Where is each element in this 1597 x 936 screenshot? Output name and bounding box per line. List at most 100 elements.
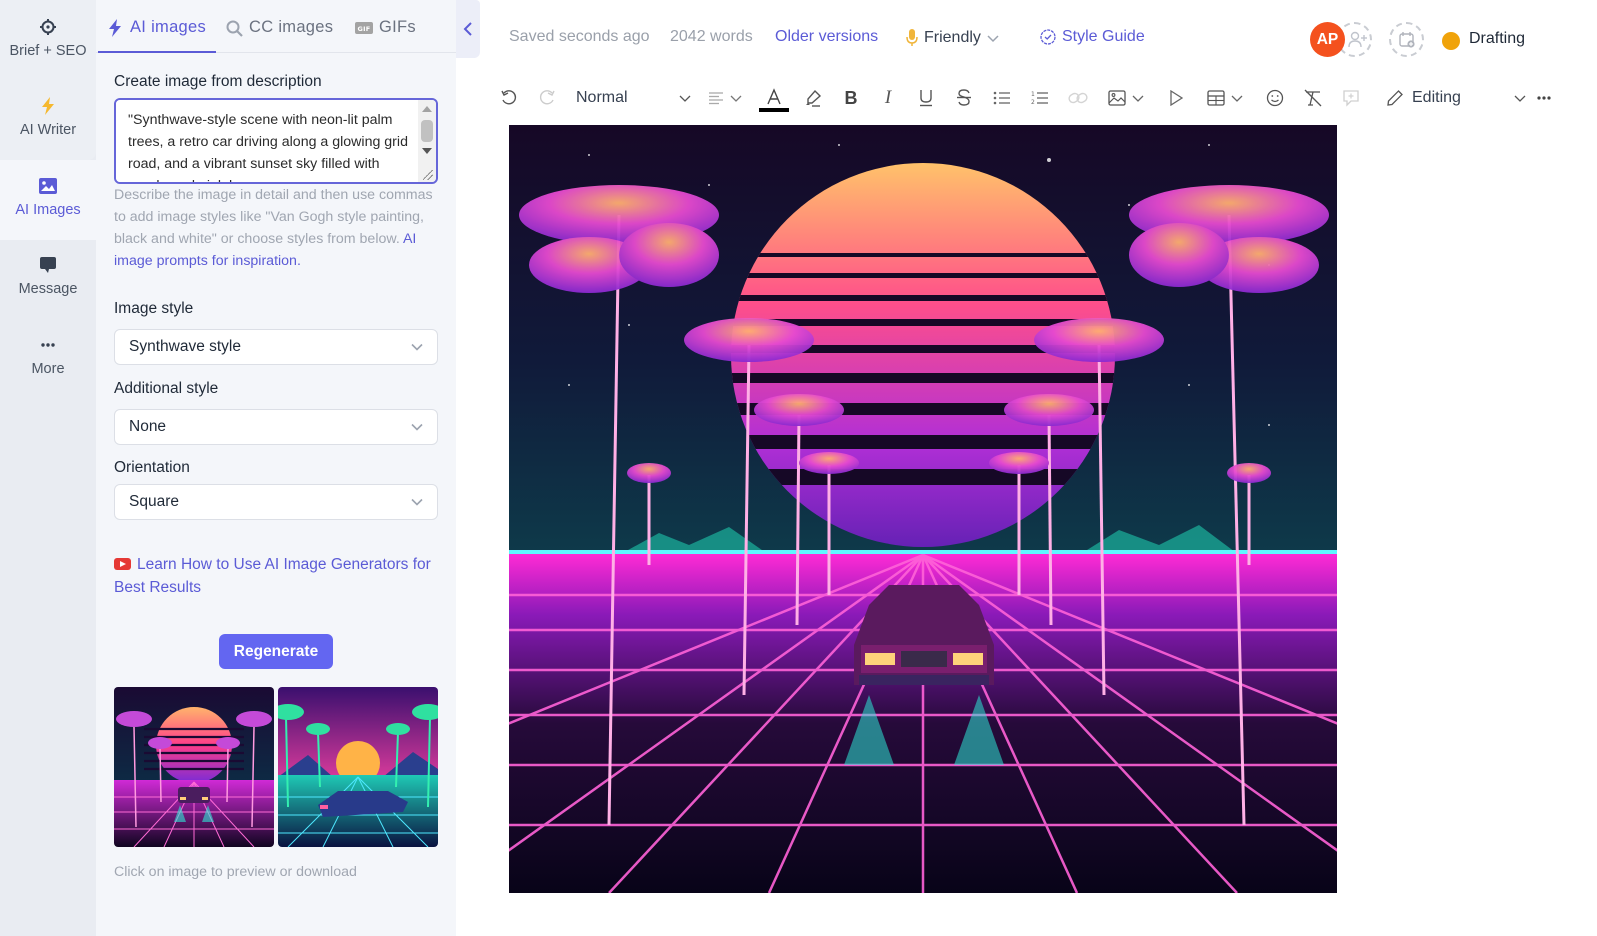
tab-gifs[interactable]: GIF GIFs	[355, 18, 416, 53]
bullet-list-icon	[993, 91, 1010, 105]
underline-button[interactable]	[915, 86, 937, 110]
redo-button[interactable]	[536, 86, 558, 110]
search-icon	[225, 19, 243, 37]
strikethrough-button[interactable]	[953, 86, 975, 110]
align-left-icon	[709, 92, 723, 105]
pencil-icon	[1387, 90, 1403, 106]
tab-cc-images[interactable]: CC images	[225, 18, 333, 53]
more-horizontal-icon	[1537, 96, 1551, 100]
link-icon	[1068, 92, 1088, 104]
word-count: 2042 words	[670, 28, 753, 45]
chevron-down-icon	[730, 95, 742, 102]
rail-item-label: Brief + SEO	[9, 43, 87, 59]
rail-item-brief-seo[interactable]: Brief + SEO	[0, 17, 96, 59]
link-button[interactable]	[1067, 86, 1089, 110]
crosshair-icon	[38, 17, 58, 37]
svg-text:GIF: GIF	[357, 25, 370, 33]
italic-button[interactable]: I	[877, 86, 899, 110]
bold-button[interactable]: B	[840, 86, 862, 110]
learn-ai-images-link[interactable]: Learn How to Use AI Image Generators for…	[114, 553, 444, 599]
document-status[interactable]: Drafting	[1469, 30, 1525, 48]
emoji-icon	[1266, 89, 1284, 107]
play-icon	[1170, 90, 1183, 106]
italic-icon: I	[884, 87, 892, 108]
style-guide-link[interactable]: Style Guide	[1040, 28, 1145, 46]
insert-image-button[interactable]	[1105, 86, 1147, 110]
chevron-down-icon	[679, 95, 691, 102]
chevron-down-icon	[1231, 95, 1243, 102]
chevron-down-icon	[411, 343, 423, 351]
prompt-scrollbar[interactable]	[418, 100, 436, 182]
user-avatar[interactable]: AP	[1310, 22, 1345, 57]
rail-item-ai-images[interactable]: AI Images	[0, 176, 96, 218]
rail-item-more[interactable]: More	[0, 335, 96, 377]
insert-table-button[interactable]	[1204, 86, 1246, 110]
chevron-down-icon	[411, 423, 423, 431]
highlight-button[interactable]	[802, 86, 824, 110]
generated-image-thumbnail[interactable]	[278, 687, 438, 847]
resize-grip-icon[interactable]	[423, 170, 433, 180]
tone-selector[interactable]: Friendly	[906, 29, 999, 47]
image-icon	[38, 176, 58, 196]
text-color-button[interactable]	[759, 86, 789, 114]
gif-icon: GIF	[355, 19, 373, 37]
emoji-button[interactable]	[1264, 86, 1286, 110]
comment-add-icon	[1343, 90, 1359, 107]
prompt-field: "Synthwave-style scene with neon-lit pal…	[114, 98, 438, 184]
calendar-add-icon	[1398, 31, 1415, 48]
lightning-icon	[38, 96, 58, 116]
prompt-textarea[interactable]: "Synthwave-style scene with neon-lit pal…	[116, 100, 418, 182]
bullet-list-button[interactable]	[991, 86, 1013, 110]
rail-item-ai-writer[interactable]: AI Writer	[0, 96, 96, 138]
scroll-down-arrow-icon[interactable]	[422, 148, 432, 154]
underline-icon	[920, 90, 932, 107]
badge-check-icon	[1040, 29, 1056, 45]
ai-images-panel: AI images CC images GIF GIFs Create imag…	[96, 0, 456, 936]
numbered-list-button[interactable]: 12	[1029, 86, 1051, 110]
scroll-thumb[interactable]	[421, 120, 433, 142]
tab-label: CC images	[249, 18, 334, 36]
message-icon	[38, 255, 58, 275]
generated-image-thumbnail[interactable]	[114, 687, 274, 847]
rail-item-message[interactable]: Message	[0, 255, 96, 297]
more-dots-icon	[38, 335, 58, 355]
document-generated-image[interactable]	[509, 125, 1337, 893]
additional-style-label: Additional style	[114, 380, 219, 397]
add-comment-button[interactable]	[1340, 86, 1362, 110]
align-button[interactable]	[705, 86, 745, 110]
block-style-select[interactable]: Normal	[576, 86, 691, 110]
collapse-panel-button[interactable]	[456, 0, 480, 58]
undo-button[interactable]	[498, 86, 520, 110]
editing-mode-select[interactable]: Editing	[1386, 86, 1526, 110]
chevron-down-icon	[987, 35, 999, 43]
microphone-icon	[906, 29, 918, 46]
scroll-up-arrow-icon[interactable]	[422, 106, 432, 112]
prompt-help-text: Describe the image in detail and then us…	[114, 187, 433, 269]
regenerate-button[interactable]: Regenerate	[219, 634, 333, 669]
tab-ai-images[interactable]: AI images	[97, 18, 217, 53]
insert-video-button[interactable]	[1165, 86, 1187, 110]
older-versions-link[interactable]: Older versions	[775, 28, 878, 46]
add-user-icon	[1347, 31, 1367, 47]
more-options-button[interactable]	[1534, 86, 1554, 110]
clear-formatting-icon	[1304, 89, 1322, 107]
chevron-down-icon	[1132, 95, 1144, 102]
rail-item-label: AI Images	[15, 202, 81, 218]
synthwave-thumbnail-2	[278, 687, 438, 847]
bold-icon: B	[844, 87, 858, 108]
panel-tabs: AI images CC images GIF GIFs	[96, 0, 456, 53]
orientation-select[interactable]: Square	[114, 484, 438, 520]
numbered-list-icon: 12	[1031, 91, 1048, 106]
svg-text:2: 2	[1031, 99, 1035, 106]
schedule-button[interactable]	[1389, 22, 1424, 57]
text-color-swatch	[759, 108, 789, 112]
strikethrough-icon	[957, 89, 971, 106]
redo-icon	[539, 90, 555, 105]
rail-item-label: AI Writer	[19, 122, 77, 138]
additional-style-select[interactable]: None	[114, 409, 438, 445]
image-style-select[interactable]: Synthwave style	[114, 329, 438, 365]
youtube-icon	[114, 558, 131, 570]
status-indicator-dot	[1442, 32, 1460, 50]
clear-format-button[interactable]	[1302, 86, 1324, 110]
chevron-down-icon	[411, 498, 423, 506]
